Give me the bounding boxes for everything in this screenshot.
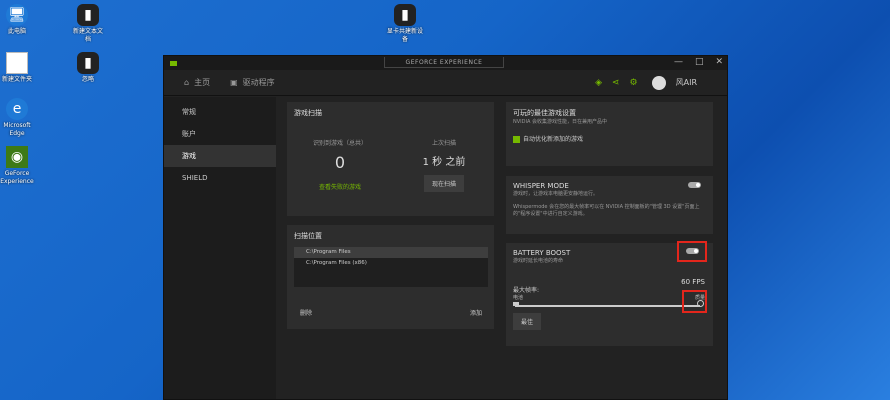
nvidia-logo-icon: [170, 60, 177, 66]
list-item[interactable]: C:\Program Files (x86): [294, 258, 488, 269]
found-games-count: 0: [334, 153, 346, 172]
scan-now-button[interactable]: 现在扫描: [423, 175, 464, 192]
desktop-icon-label: Microsoft Edge: [3, 122, 31, 137]
desktop-icon-new-text[interactable]: ▮ 新建文本文 档: [66, 4, 110, 44]
nav-home[interactable]: ⌂ 主页: [184, 77, 210, 88]
battery-side-label: 电池: [513, 295, 524, 301]
edge-icon: e: [6, 98, 28, 120]
nav-drivers-label: 驱动程序: [242, 78, 275, 87]
document-icon: ▮: [394, 4, 416, 26]
desktop-icon-ignore[interactable]: ▮ 忽略: [66, 52, 110, 84]
last-scan-column: 上次扫描 1 秒 之前 现在扫描: [409, 138, 479, 192]
scan-location-title: 扫描位置: [294, 232, 322, 240]
minimize-button[interactable]: —: [674, 57, 683, 67]
sidebar: 常规 账户 游戏 SHIELD: [164, 97, 276, 399]
sidebar-item-general[interactable]: 常规: [164, 101, 276, 123]
sidebar-item-games[interactable]: 游戏: [164, 145, 276, 167]
home-icon: ⌂: [184, 78, 190, 87]
geforce-icon: ◉: [6, 146, 28, 168]
add-location-button[interactable]: 添加: [470, 308, 482, 317]
max-fps-label: 最大帧率:: [513, 287, 540, 294]
last-scan-time: 1 秒 之前: [422, 157, 466, 168]
share-icon[interactable]: ⋖: [612, 78, 620, 88]
top-nav: ⌂ 主页 ▣ 驱动程序 ◈ ⋖ ⚙ 风AIR: [164, 70, 727, 96]
scan-location-list: C:\Program Files C:\Program Files (x86): [294, 247, 488, 287]
slider-end-highlight: [682, 290, 707, 313]
last-scan-caption: 上次扫描: [431, 140, 456, 147]
document-icon: ▮: [77, 52, 99, 74]
found-games-caption: 识别到游戏（总共）: [312, 140, 367, 147]
notification-icon[interactable]: ◈: [595, 78, 602, 88]
desktop-icon-label: 此电脑: [7, 28, 26, 35]
brand-title: GEFORCE EXPERIENCE: [384, 57, 504, 68]
nav-home-label: 主页: [194, 78, 211, 87]
folder-icon: 🗀: [6, 52, 28, 74]
window-controls: — □ ✕: [674, 57, 723, 67]
nav-right: ◈ ⋖ ⚙ 风AIR: [595, 75, 697, 90]
desktop-icon-gpu-doc[interactable]: ▮ 显卡共建新设 备: [383, 4, 427, 44]
toggle-highlight: [677, 241, 707, 262]
game-scan-title: 游戏扫描: [294, 109, 322, 117]
optimal-settings-panel: 可玩的最佳游戏设置 NVIDIA 会收集游戏性能，日在兼用产品中 自动优化新添加…: [506, 102, 713, 166]
whisper-mode-toggle[interactable]: [688, 182, 701, 188]
fps-slider-track[interactable]: [515, 305, 700, 307]
desktop-icon-label: GeForce Experience: [0, 170, 34, 185]
auto-optimize-label: 自动优化新添加的游戏: [523, 136, 584, 143]
whisper-mode-title: WHISPER MODE: [513, 182, 569, 190]
checkbox-checked-icon[interactable]: [513, 136, 520, 143]
list-item[interactable]: C:\Program Files: [294, 247, 488, 258]
desktop-icon-edge[interactable]: e Microsoft Edge: [0, 98, 39, 138]
battery-icon: [513, 302, 519, 306]
scan-location-panel: 扫描位置 C:\Program Files C:\Program Files (…: [287, 225, 494, 329]
computer-icon: 🖥: [6, 4, 28, 26]
scan-location-actions: 删除 添加: [300, 308, 482, 317]
remove-location-button[interactable]: 删除: [300, 308, 312, 317]
optimal-settings-title: 可玩的最佳游戏设置: [513, 109, 576, 117]
fps-value: 60 FPS: [681, 278, 705, 286]
desktop-icon-label: 显卡共建新设 备: [386, 28, 423, 43]
optimal-reset-button[interactable]: 最佳: [513, 313, 542, 330]
optimal-settings-desc: NVIDIA 会收集游戏性能，日在兼用产品中: [513, 119, 607, 125]
found-games-column: 识别到游戏（总共） 0 查看失败的游戏: [305, 138, 375, 191]
titlebar: GEFORCE EXPERIENCE — □ ✕: [164, 56, 727, 70]
settings-gear-icon[interactable]: ⚙: [630, 78, 638, 88]
auto-optimize-row[interactable]: 自动优化新添加的游戏: [506, 126, 713, 151]
close-button[interactable]: ✕: [715, 57, 723, 67]
maximize-button[interactable]: □: [695, 57, 704, 67]
desktop-icon-geforce[interactable]: ◉ GeForce Experience: [0, 146, 39, 186]
view-failed-games-link[interactable]: 查看失败的游戏: [305, 182, 375, 191]
whisper-mode-note: Whispermode 会在您的最大帧率可以在 NVIDIA 控制面板的"管理 …: [513, 204, 700, 217]
avatar[interactable]: [651, 75, 666, 90]
document-icon: ▮: [77, 4, 99, 26]
desktop-icon-label: 忽略: [81, 76, 94, 83]
desktop-icon-label: 新建文本文 档: [72, 28, 103, 43]
fps-slider-fill: [515, 305, 700, 307]
whisper-mode-panel: WHISPER MODE 游戏时，让游戏本电脑更安静地运行。 Whispermo…: [506, 176, 713, 234]
desktop-icon-this-pc[interactable]: 🖥 此电脑: [0, 4, 39, 36]
driver-icon: ▣: [230, 78, 238, 87]
game-scan-panel: 游戏扫描 识别到游戏（总共） 0 查看失败的游戏 上次扫描 1 秒 之前 现在扫…: [287, 102, 494, 216]
nav-drivers[interactable]: ▣ 驱动程序: [230, 77, 275, 88]
whisper-mode-desc: 游戏时，让游戏本电脑更安静地运行。: [513, 191, 599, 197]
desktop-icon-new-folder[interactable]: 🗀 新建文件夹: [0, 52, 39, 84]
battery-boost-panel: BATTERY BOOST 游戏时延长电池的寿命 60 FPS 最大帧率: 电池…: [506, 241, 713, 346]
sidebar-item-account[interactable]: 账户: [164, 123, 276, 145]
username[interactable]: 风AIR: [676, 77, 697, 88]
desktop-icon-label: 新建文件夹: [1, 76, 32, 83]
sidebar-item-shield[interactable]: SHIELD: [164, 167, 276, 189]
geforce-window: GEFORCE EXPERIENCE — □ ✕ ⌂ 主页 ▣ 驱动程序 ◈ ⋖…: [163, 55, 728, 400]
